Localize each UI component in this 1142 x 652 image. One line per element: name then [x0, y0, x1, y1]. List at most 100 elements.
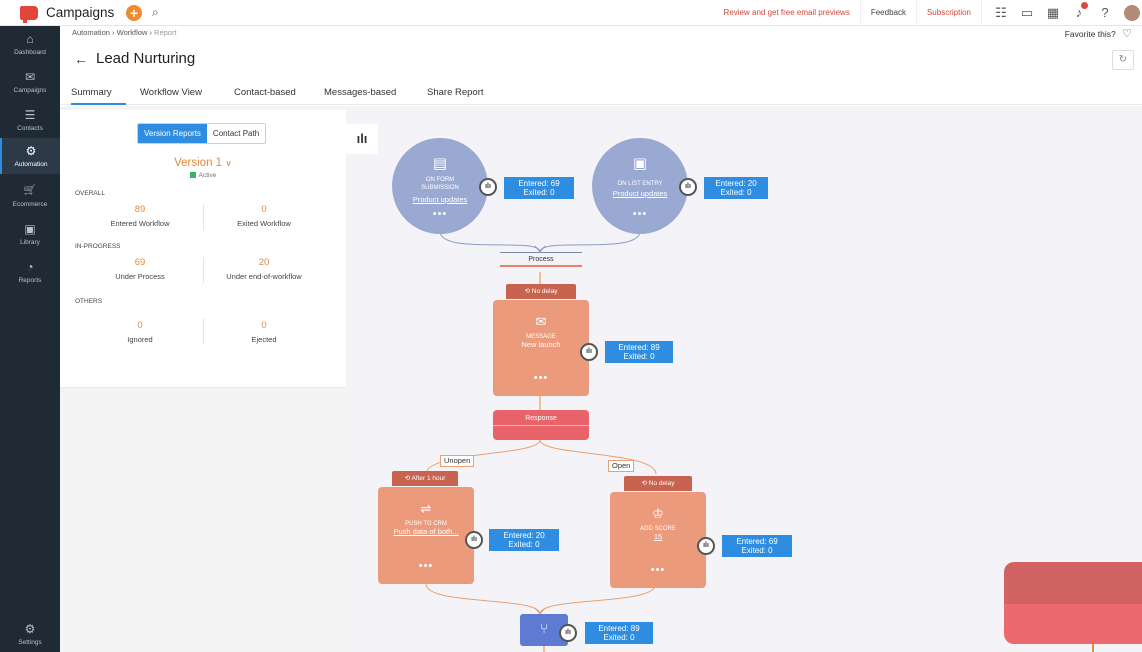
version-selector[interactable]: Version 1 ∨ — [60, 157, 346, 169]
stat-value: 89 — [134, 204, 146, 215]
stats-icon[interactable]: ılı — [697, 537, 715, 555]
stats-icon[interactable]: ılı — [679, 178, 697, 196]
sidebar-item-label: Ecommerce — [12, 201, 48, 208]
workflow-canvas[interactable]: ılı ▤ ON FORM SUBMISSION Product updates … — [346, 106, 1142, 652]
sidebar-item-automation[interactable]: ⚙ Automation — [0, 138, 60, 174]
tab-workflow-view[interactable]: Workflow View — [140, 80, 220, 105]
response-node-body — [1004, 604, 1142, 644]
entered-exited-tooltip: Entered: 89 Exited: 0 — [585, 622, 653, 644]
trigger-title: ON FORM SUBMISSION — [421, 177, 459, 191]
campaigns-icon: ✉ — [24, 70, 36, 84]
chart-view-button[interactable]: ılı — [346, 124, 378, 154]
delay-tag[interactable]: ⟲ No delay — [506, 284, 576, 299]
sidebar-item-campaigns[interactable]: ✉ Campaigns — [0, 70, 60, 94]
stats-icon[interactable]: ılı — [479, 178, 497, 196]
trigger-list-link[interactable]: Product updates — [592, 189, 688, 198]
stat-value: 0 — [261, 320, 267, 331]
trigger-list-link[interactable]: Product updates — [392, 195, 488, 204]
chevron-down-icon: ∨ — [225, 158, 232, 168]
more-options-icon[interactable]: ••• — [378, 560, 474, 572]
more-options-icon[interactable]: ••• — [592, 208, 688, 220]
tab-contact-based[interactable]: Contact-based — [234, 80, 312, 105]
delay-tag[interactable]: ⟲ After 1 hour — [392, 471, 458, 486]
stats-icon[interactable]: ılı — [580, 343, 598, 361]
sidebar-item-reports[interactable]: ◔ Reports — [0, 260, 60, 284]
entered-exited-tooltip: Entered: 20 Exited: 0 — [489, 529, 559, 551]
stat-label: Under Process — [115, 272, 165, 281]
tab-share-report[interactable]: Share Report — [427, 80, 507, 105]
bell-icon[interactable]: ♪ — [1068, 2, 1090, 20]
heart-icon[interactable]: ♡ — [1122, 28, 1132, 40]
clock-icon: ⟲ — [641, 480, 649, 487]
entered-count: Entered: 20 — [503, 531, 545, 540]
breadcrumb: Automation › Workflow › Report — [72, 28, 177, 37]
breadcrumb-item[interactable]: Workflow — [117, 28, 148, 37]
exited-count: Exited: 0 — [623, 352, 655, 361]
message-name: New launch — [521, 340, 561, 349]
sidebar-item-label: Library — [20, 239, 40, 246]
search-icon[interactable]: ⌕ — [152, 5, 159, 20]
sidebar-item-library[interactable]: ▣ Library — [0, 222, 60, 246]
entered-count: Entered: 20 — [715, 179, 757, 188]
delay-label: No delay — [648, 480, 675, 487]
sidebar-item-label: Dashboard — [14, 49, 46, 56]
top-icon-group: ☷ ▭ ▦ ♪ ? — [981, 0, 1142, 26]
section-overall: OVERALL — [75, 190, 105, 197]
delay-tag[interactable]: ⟲ No delay — [624, 476, 692, 491]
version-label: Version 1 — [174, 157, 223, 169]
sidebar-item-dashboard[interactable]: ⌂ Dashboard — [0, 32, 60, 56]
tab-summary[interactable]: Summary — [71, 80, 126, 105]
more-options-icon[interactable]: ••• — [392, 208, 488, 220]
feedback-link[interactable]: Feedback — [859, 0, 916, 26]
avatar[interactable] — [1124, 4, 1140, 21]
contact-path-button[interactable]: Contact Path — [206, 124, 266, 143]
response-node-partial[interactable] — [1004, 562, 1142, 644]
more-options-icon[interactable]: ••• — [610, 564, 706, 576]
stats-icon[interactable]: ılı — [465, 531, 483, 549]
stat-value: 20 — [258, 257, 270, 268]
app-logo[interactable]: Campaigns — [0, 5, 120, 23]
entered-exited-tooltip: Entered: 89 Exited: 0 — [605, 341, 673, 363]
folder-icon[interactable]: ▭ — [1016, 5, 1038, 21]
stat-label: Ignored — [127, 335, 153, 344]
calendar-icon[interactable]: ▦ — [1042, 5, 1064, 21]
more-options-icon[interactable]: ••• — [493, 372, 589, 384]
exited-count: Exited: 0 — [523, 188, 555, 197]
response-node[interactable]: Response — [493, 410, 589, 440]
stats-icon[interactable]: ılı — [559, 624, 577, 642]
library-icon: ▣ — [24, 222, 36, 236]
crm-action-link[interactable]: Push data of both... — [378, 527, 474, 536]
tab-messages-based[interactable]: Messages-based — [324, 80, 416, 105]
back-arrow-icon[interactable]: ← — [74, 51, 88, 67]
sidebar-item-ecommerce[interactable]: 🛒 Ecommerce — [0, 184, 60, 208]
add-score-node[interactable]: ♔ ADD SCORE 15 ••• — [610, 492, 706, 588]
refresh-button[interactable]: ↻ — [1112, 50, 1134, 70]
settings-icon: ⚙ — [24, 622, 36, 636]
message-node[interactable]: ✉ MESSAGE New launch ••• — [493, 300, 589, 396]
subscription-link[interactable]: Subscription — [915, 0, 981, 26]
favorite-toggle[interactable]: Favorite this? ♡ — [1065, 27, 1132, 40]
stat-ignored: 0 Ignored — [70, 320, 210, 344]
breadcrumb-item[interactable]: Automation — [72, 28, 110, 37]
entered-count: Entered: 69 — [736, 537, 778, 546]
push-to-crm-node[interactable]: ⇌ PUSH TO CRM Push data of both... ••• — [378, 487, 474, 584]
sidebar-item-contacts[interactable]: ☰ Contacts — [0, 108, 60, 132]
stat-under-end-of-workflow: 20 Under end-of-workflow — [194, 257, 334, 281]
report-toggle: Version Reports Contact Path — [137, 123, 267, 144]
version-reports-button[interactable]: Version Reports — [138, 124, 207, 143]
score-value[interactable]: 15 — [610, 532, 706, 541]
help-icon[interactable]: ? — [1094, 5, 1116, 20]
summary-panel: Version Reports Contact Path Version 1 ∨… — [60, 106, 346, 652]
create-button[interactable]: + — [126, 4, 142, 21]
sidebar-item-label: Automation — [14, 161, 48, 168]
envelope-icon: ✉ — [535, 314, 547, 329]
trigger-list-entry[interactable]: ▣ ON LIST ENTRY Product updates ••• — [592, 138, 688, 234]
entered-count: Entered: 89 — [618, 343, 660, 352]
sidebar-item-settings[interactable]: ⚙ Settings — [0, 622, 60, 646]
trigger-form-submission[interactable]: ▤ ON FORM SUBMISSION Product updates ••• — [392, 138, 488, 234]
sidebar-item-label: Campaigns — [13, 87, 47, 94]
delay-label: After 1 hour — [411, 475, 446, 482]
review-email-link[interactable]: Review and get free email previews — [714, 0, 860, 26]
list-settings-icon[interactable]: ☷ — [990, 5, 1012, 21]
exited-count: Exited: 0 — [508, 540, 540, 549]
